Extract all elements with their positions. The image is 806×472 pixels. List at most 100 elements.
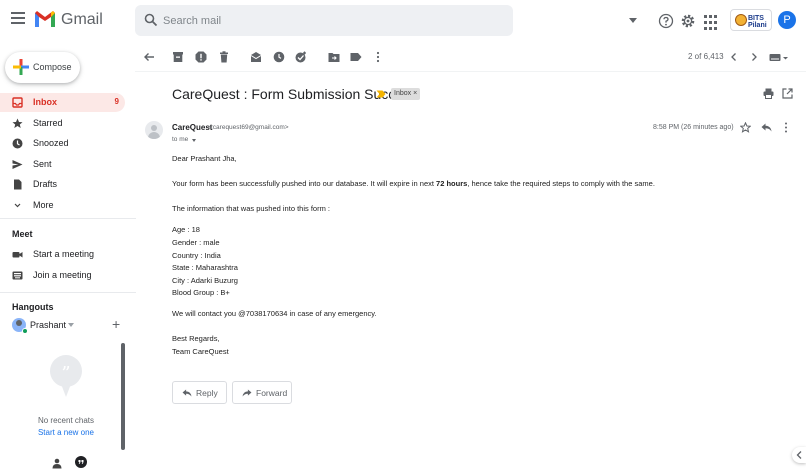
email-timestamp: 8:58 PM (26 minutes ago) (653, 124, 734, 131)
toolbar-divider (135, 71, 806, 72)
meet-section-title: Meet (12, 229, 33, 239)
sidebar-item-more[interactable]: More (0, 196, 125, 215)
report-spam-icon[interactable] (195, 51, 207, 63)
search-options-icon[interactable] (629, 18, 637, 23)
sidebar-divider (0, 292, 136, 293)
add-to-tasks-icon[interactable] (295, 51, 307, 63)
account-avatar[interactable]: P (778, 11, 796, 29)
join-meeting-item[interactable]: Join a meeting (0, 266, 125, 285)
compose-button[interactable]: Compose (5, 52, 80, 83)
compose-label: Compose (33, 62, 72, 72)
help-icon[interactable] (658, 13, 674, 29)
pagination-text: 2 of 6,413 (688, 52, 724, 61)
email-contact: We will contact you @7038170634 in case … (172, 309, 377, 318)
field-line: City : Adarki Buzurg (172, 276, 238, 285)
label-icon[interactable] (350, 51, 362, 63)
hangouts-chat-icon[interactable] (74, 455, 88, 469)
unread-count-badge: 9 (114, 97, 119, 106)
sidebar-item-drafts[interactable]: Drafts (0, 175, 125, 194)
paragraph-text: Your form has been successfully pushed i… (172, 179, 437, 188)
forward-icon (242, 389, 252, 397)
mark-unread-icon[interactable] (250, 51, 262, 63)
hangouts-section-title: Hangouts (12, 302, 54, 312)
sidebar-item-label: Drafts (33, 179, 58, 189)
importance-marker-icon[interactable] (376, 90, 386, 98)
side-panel-toggle[interactable] (792, 447, 806, 463)
field-line: Age : 18 (172, 225, 200, 234)
email-greeting: Dear Prashant Jha, (172, 154, 237, 163)
top-bar: Gmail BITS Pilani P (0, 0, 806, 42)
field-line: Gender : male (172, 238, 220, 247)
inbox-label-chip[interactable]: Inbox × (391, 88, 421, 100)
search-bar (135, 5, 637, 36)
forward-button[interactable]: Forward (232, 381, 292, 404)
sidebar-item-label: Starred (33, 118, 63, 128)
reply-icon[interactable] (761, 123, 772, 132)
chevron-left-icon (796, 451, 802, 459)
field-line: Country : India (172, 251, 221, 260)
sender-avatar[interactable] (145, 121, 163, 139)
start-meeting-label: Start a meeting (33, 249, 95, 259)
field-line: State : Maharashtra (172, 263, 238, 272)
search-input[interactable] (163, 11, 483, 30)
status-dropdown-icon[interactable] (68, 323, 74, 327)
reply-button[interactable]: Reply (172, 381, 227, 404)
chevron-down-icon (14, 203, 21, 208)
star-icon (12, 118, 23, 128)
sidebar-item-label: More (33, 200, 54, 210)
send-icon (12, 160, 23, 169)
svg-text:”: ” (61, 363, 70, 384)
start-new-chat-link[interactable]: Start a new one (0, 428, 132, 437)
join-meeting-label: Join a meeting (33, 270, 92, 280)
more-options-icon[interactable] (372, 51, 384, 63)
email-signoff: Best Regards, (172, 334, 220, 343)
app-name: Gmail (61, 11, 103, 28)
gmail-logo-icon[interactable] (34, 10, 56, 28)
main-menu-button[interactable] (11, 12, 25, 28)
chevron-right-icon[interactable] (749, 51, 759, 63)
plus-icon (13, 59, 29, 75)
print-icon[interactable] (763, 88, 774, 99)
new-conversation-icon[interactable]: + (112, 316, 120, 332)
sidebar-item-inbox[interactable]: Inbox 9 (0, 93, 125, 112)
org-logo-icon (735, 14, 747, 26)
email-paragraph: Your form has been successfully pushed i… (172, 179, 655, 188)
reply-button-label: Reply (196, 388, 218, 398)
field-line: Blood Group : B+ (172, 288, 230, 297)
contacts-icon[interactable] (52, 458, 62, 469)
hangouts-user[interactable]: Prashant + (12, 316, 124, 334)
sidebar-item-sent[interactable]: Sent (0, 155, 125, 174)
online-status-icon (22, 328, 28, 334)
sender-name[interactable]: CareQuest (172, 123, 212, 132)
snooze-icon[interactable] (273, 51, 285, 63)
back-arrow-icon[interactable] (143, 51, 155, 63)
organization-badge[interactable]: BITS Pilani (730, 9, 772, 31)
sender-email: <carequest69@gmail.com> (209, 124, 289, 131)
show-details-icon[interactable] (192, 139, 196, 142)
expiry-duration: 72 hours (436, 179, 468, 188)
start-meeting-item[interactable]: Start a meeting (0, 245, 125, 264)
draft-icon (14, 179, 22, 190)
archive-icon[interactable] (172, 51, 184, 63)
search-icon[interactable] (144, 13, 158, 27)
reply-icon (182, 389, 192, 397)
no-chats-text: No recent chats (37, 416, 95, 425)
delete-icon[interactable] (218, 51, 230, 63)
sidebar-scrollbar[interactable] (121, 343, 125, 450)
open-new-window-icon[interactable] (782, 88, 793, 99)
org-badge-text: BITS Pilani (748, 15, 767, 29)
star-outline-icon[interactable] (740, 122, 751, 133)
sidebar-item-label: Inbox (33, 97, 57, 107)
video-icon (12, 252, 23, 258)
gear-icon[interactable] (680, 13, 696, 29)
move-to-icon[interactable] (328, 51, 340, 63)
hangouts-bottom-bar (52, 455, 96, 472)
input-tools-icon[interactable] (769, 53, 789, 63)
sidebar-item-snoozed[interactable]: Snoozed (0, 134, 125, 153)
sidebar-item-starred[interactable]: Starred (0, 114, 125, 133)
apps-grid-icon[interactable] (704, 15, 720, 31)
clock-icon (12, 138, 23, 149)
chevron-left-icon[interactable] (729, 51, 739, 63)
more-vert-icon[interactable] (784, 122, 788, 133)
forward-button-label: Forward (256, 388, 288, 398)
